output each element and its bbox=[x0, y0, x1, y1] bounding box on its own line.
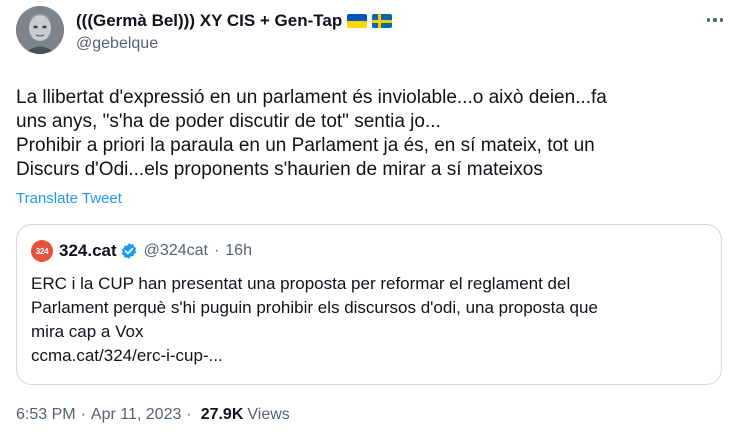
footer-separator: · bbox=[80, 406, 86, 423]
author-handle[interactable]: @gebelque bbox=[76, 35, 682, 53]
more-icon-dot bbox=[719, 18, 724, 22]
quoted-tweet-link[interactable]: ccma.cat/324/erc-i-cup-... bbox=[31, 346, 223, 366]
tweet-header: (((Germà Bel))) XY CIS + Gen-Tap @gebelq… bbox=[76, 10, 682, 53]
views-label: Views bbox=[247, 406, 290, 423]
avatar-image bbox=[16, 6, 64, 54]
tweet-footer: 6:53 PM · Apr 11, 2023 · 27.9K Views bbox=[16, 406, 290, 424]
name-row: (((Germà Bel))) XY CIS + Gen-Tap bbox=[76, 10, 682, 32]
more-icon-dot bbox=[713, 18, 717, 22]
quote-separator: · bbox=[213, 242, 220, 259]
quote-avatar[interactable]: 324 bbox=[31, 240, 53, 262]
tweet-text: La llibertat d'expressió en un parlament… bbox=[16, 87, 607, 180]
more-options-button[interactable] bbox=[702, 10, 728, 30]
quoted-tweet-text: ERC i la CUP han presentat una proposta … bbox=[31, 274, 598, 341]
quoted-tweet-header: 324 324.cat @324cat · 16h bbox=[31, 239, 252, 263]
ukraine-flag-icon bbox=[347, 14, 368, 28]
quoted-tweet-card[interactable]: 324 324.cat @324cat · 16h ERC i la CUP h… bbox=[16, 224, 722, 385]
author-display-name[interactable]: (((Germà Bel))) XY CIS + Gen-Tap bbox=[76, 11, 342, 31]
quote-avatar-label: 324 bbox=[35, 246, 49, 256]
verified-badge-icon bbox=[121, 243, 136, 259]
quote-author-name[interactable]: 324.cat bbox=[59, 241, 117, 261]
quote-timestamp[interactable]: 16h bbox=[225, 242, 252, 260]
author-avatar[interactable] bbox=[16, 6, 64, 54]
sweden-flag-icon bbox=[372, 14, 393, 28]
tweet-time[interactable]: 6:53 PM bbox=[16, 406, 76, 424]
translate-tweet-link[interactable]: Translate Tweet bbox=[16, 190, 122, 207]
more-icon bbox=[706, 18, 711, 22]
views-count[interactable]: 27.9K bbox=[201, 406, 244, 424]
tweet-date[interactable]: Apr 11, 2023 bbox=[91, 406, 181, 424]
quote-handle[interactable]: @324cat bbox=[144, 242, 208, 260]
footer-separator: · bbox=[186, 406, 192, 423]
